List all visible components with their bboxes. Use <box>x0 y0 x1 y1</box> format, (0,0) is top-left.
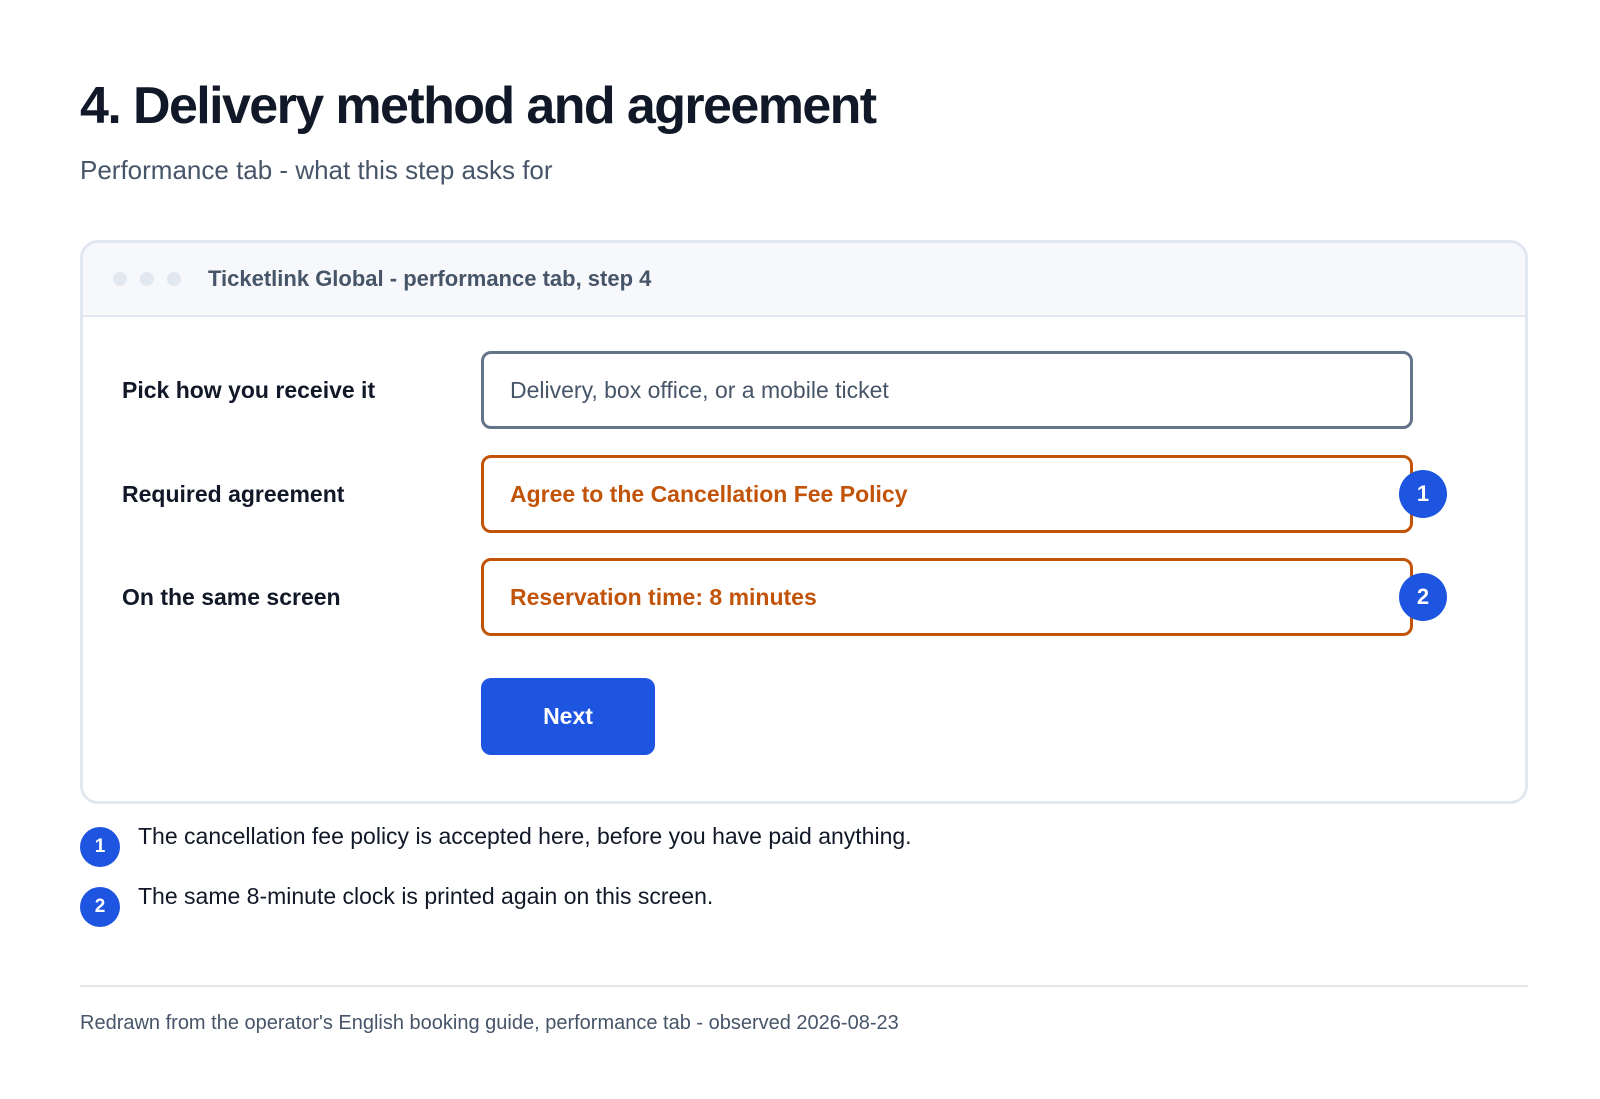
delivery-method-field-text: Delivery, box office, or a mobile ticket <box>510 376 889 403</box>
delivery-method-label: Pick how you receive it <box>122 377 376 403</box>
reservation-time-text: Reservation time: 8 minutes <box>510 583 817 610</box>
cancellation-policy-agreement-text: Agree to the Cancellation Fee Policy <box>510 480 908 507</box>
delivery-method-field[interactable]: Delivery, box office, or a mobile ticket <box>481 351 1413 429</box>
footer-divider <box>80 985 1528 987</box>
note-text: The same 8-minute clock is printed again… <box>138 883 714 909</box>
next-button[interactable]: Next <box>481 678 655 755</box>
footer-caption: Redrawn from the operator's English book… <box>80 1012 899 1034</box>
required-agreement-label: Required agreement <box>122 481 345 507</box>
window-dot-icon <box>167 272 181 286</box>
annotation-badge-icon: 1 <box>1399 470 1447 518</box>
annotation-badge-icon: 2 <box>80 887 120 927</box>
note-item: 1 The cancellation fee policy is accepte… <box>80 820 912 867</box>
window-title: Ticketlink Global - performance tab, ste… <box>208 266 652 291</box>
window-dot-icon <box>113 272 127 286</box>
page: 4. Delivery method and agreement Perform… <box>0 0 1600 1099</box>
same-screen-label: On the same screen <box>122 584 341 610</box>
note-text: The cancellation fee policy is accepted … <box>138 823 912 849</box>
page-subtitle: Performance tab - what this step asks fo… <box>80 155 553 185</box>
annotation-badge-number: 2 <box>1416 584 1430 609</box>
annotation-badge-icon: 1 <box>80 827 120 867</box>
reservation-time-field: Reservation time: 8 minutes <box>481 558 1413 636</box>
page-title: 4. Delivery method and agreement <box>80 77 877 135</box>
window-dot-icon <box>140 272 154 286</box>
cancellation-policy-agreement-field[interactable]: Agree to the Cancellation Fee Policy <box>481 455 1413 533</box>
note-item: 2 The same 8-minute clock is printed aga… <box>80 880 713 927</box>
window-titlebar: Ticketlink Global - performance tab, ste… <box>83 243 1525 317</box>
annotation-badge-number: 1 <box>1416 481 1430 506</box>
annotation-badge-icon: 2 <box>1399 573 1447 621</box>
